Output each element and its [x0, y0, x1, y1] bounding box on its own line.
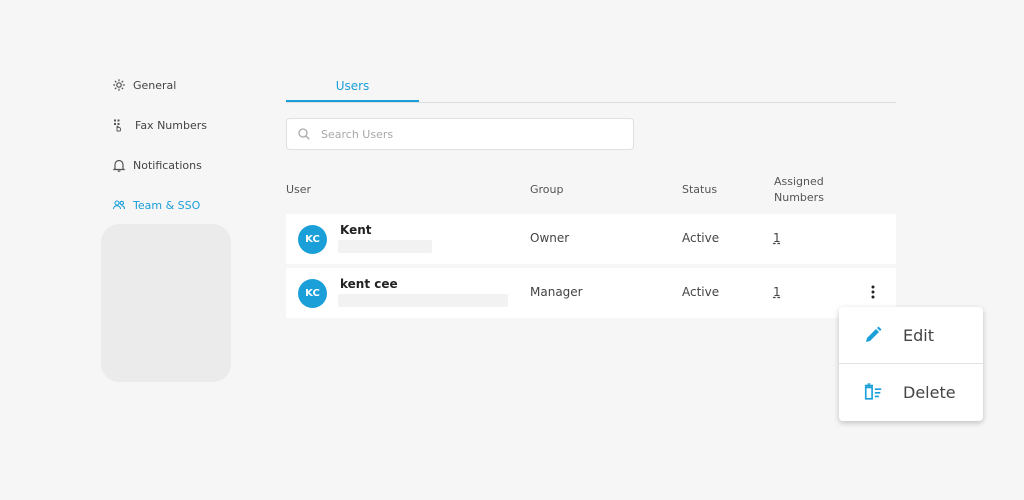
sidebar-item-label: Fax Numbers: [135, 118, 207, 132]
header-user: User: [286, 183, 312, 196]
table-row[interactable]: KC Kent Owner Active 1: [286, 214, 896, 264]
assigned-numbers-link[interactable]: 1: [773, 285, 781, 299]
trash-icon: [863, 382, 883, 402]
user-email-redacted: [338, 240, 432, 253]
pencil-icon: [863, 325, 883, 345]
sidebar-item-label: Team & SSO: [133, 198, 201, 212]
more-options-button[interactable]: [866, 284, 880, 302]
user-name: Kent: [340, 223, 372, 237]
menu-item-label: Edit: [903, 325, 934, 345]
fax-icon: [112, 118, 126, 132]
bell-icon: [112, 158, 126, 172]
sidebar-placeholder-card: [101, 224, 231, 382]
user-email-redacted: [338, 294, 508, 307]
sidebar-item-label: General: [133, 78, 177, 92]
avatar: KC: [298, 279, 327, 308]
header-assigned-line2: Numbers: [774, 191, 824, 204]
menu-item-edit[interactable]: Edit: [839, 307, 983, 363]
search-icon: [297, 127, 311, 141]
header-assigned-numbers: Assigned Numbers: [774, 174, 824, 206]
header-assigned-line1: Assigned: [774, 175, 824, 188]
group-cell: Manager: [530, 285, 583, 299]
user-name: kent cee: [340, 277, 398, 291]
sidebar-item-label: Notifications: [133, 158, 202, 172]
header-status: Status: [682, 183, 718, 196]
row-context-menu: Edit Delete: [839, 307, 983, 421]
sidebar-item-team-sso[interactable]: Team & SSO: [112, 198, 200, 212]
header-group: Group: [530, 183, 564, 196]
sidebar-item-notifications[interactable]: Notifications: [112, 158, 202, 172]
sidebar-item-fax-numbers[interactable]: Fax Numbers: [112, 118, 207, 132]
tab-users[interactable]: Users: [286, 72, 419, 102]
status-cell: Active: [682, 231, 720, 245]
tab-bar: Users: [286, 72, 896, 103]
sidebar-item-general[interactable]: General: [112, 78, 176, 92]
table-row[interactable]: KC kent cee Manager Active 1: [286, 268, 896, 318]
menu-item-label: Delete: [903, 382, 956, 402]
assigned-numbers-link[interactable]: 1: [773, 231, 781, 245]
menu-item-delete[interactable]: Delete: [839, 364, 983, 420]
kebab-icon: [871, 284, 875, 303]
team-icon: [112, 198, 126, 212]
group-cell: Owner: [530, 231, 570, 245]
avatar: KC: [298, 225, 327, 254]
search-input[interactable]: [319, 126, 623, 142]
search-box: [286, 118, 634, 150]
gear-icon: [112, 78, 126, 92]
status-cell: Active: [682, 285, 720, 299]
